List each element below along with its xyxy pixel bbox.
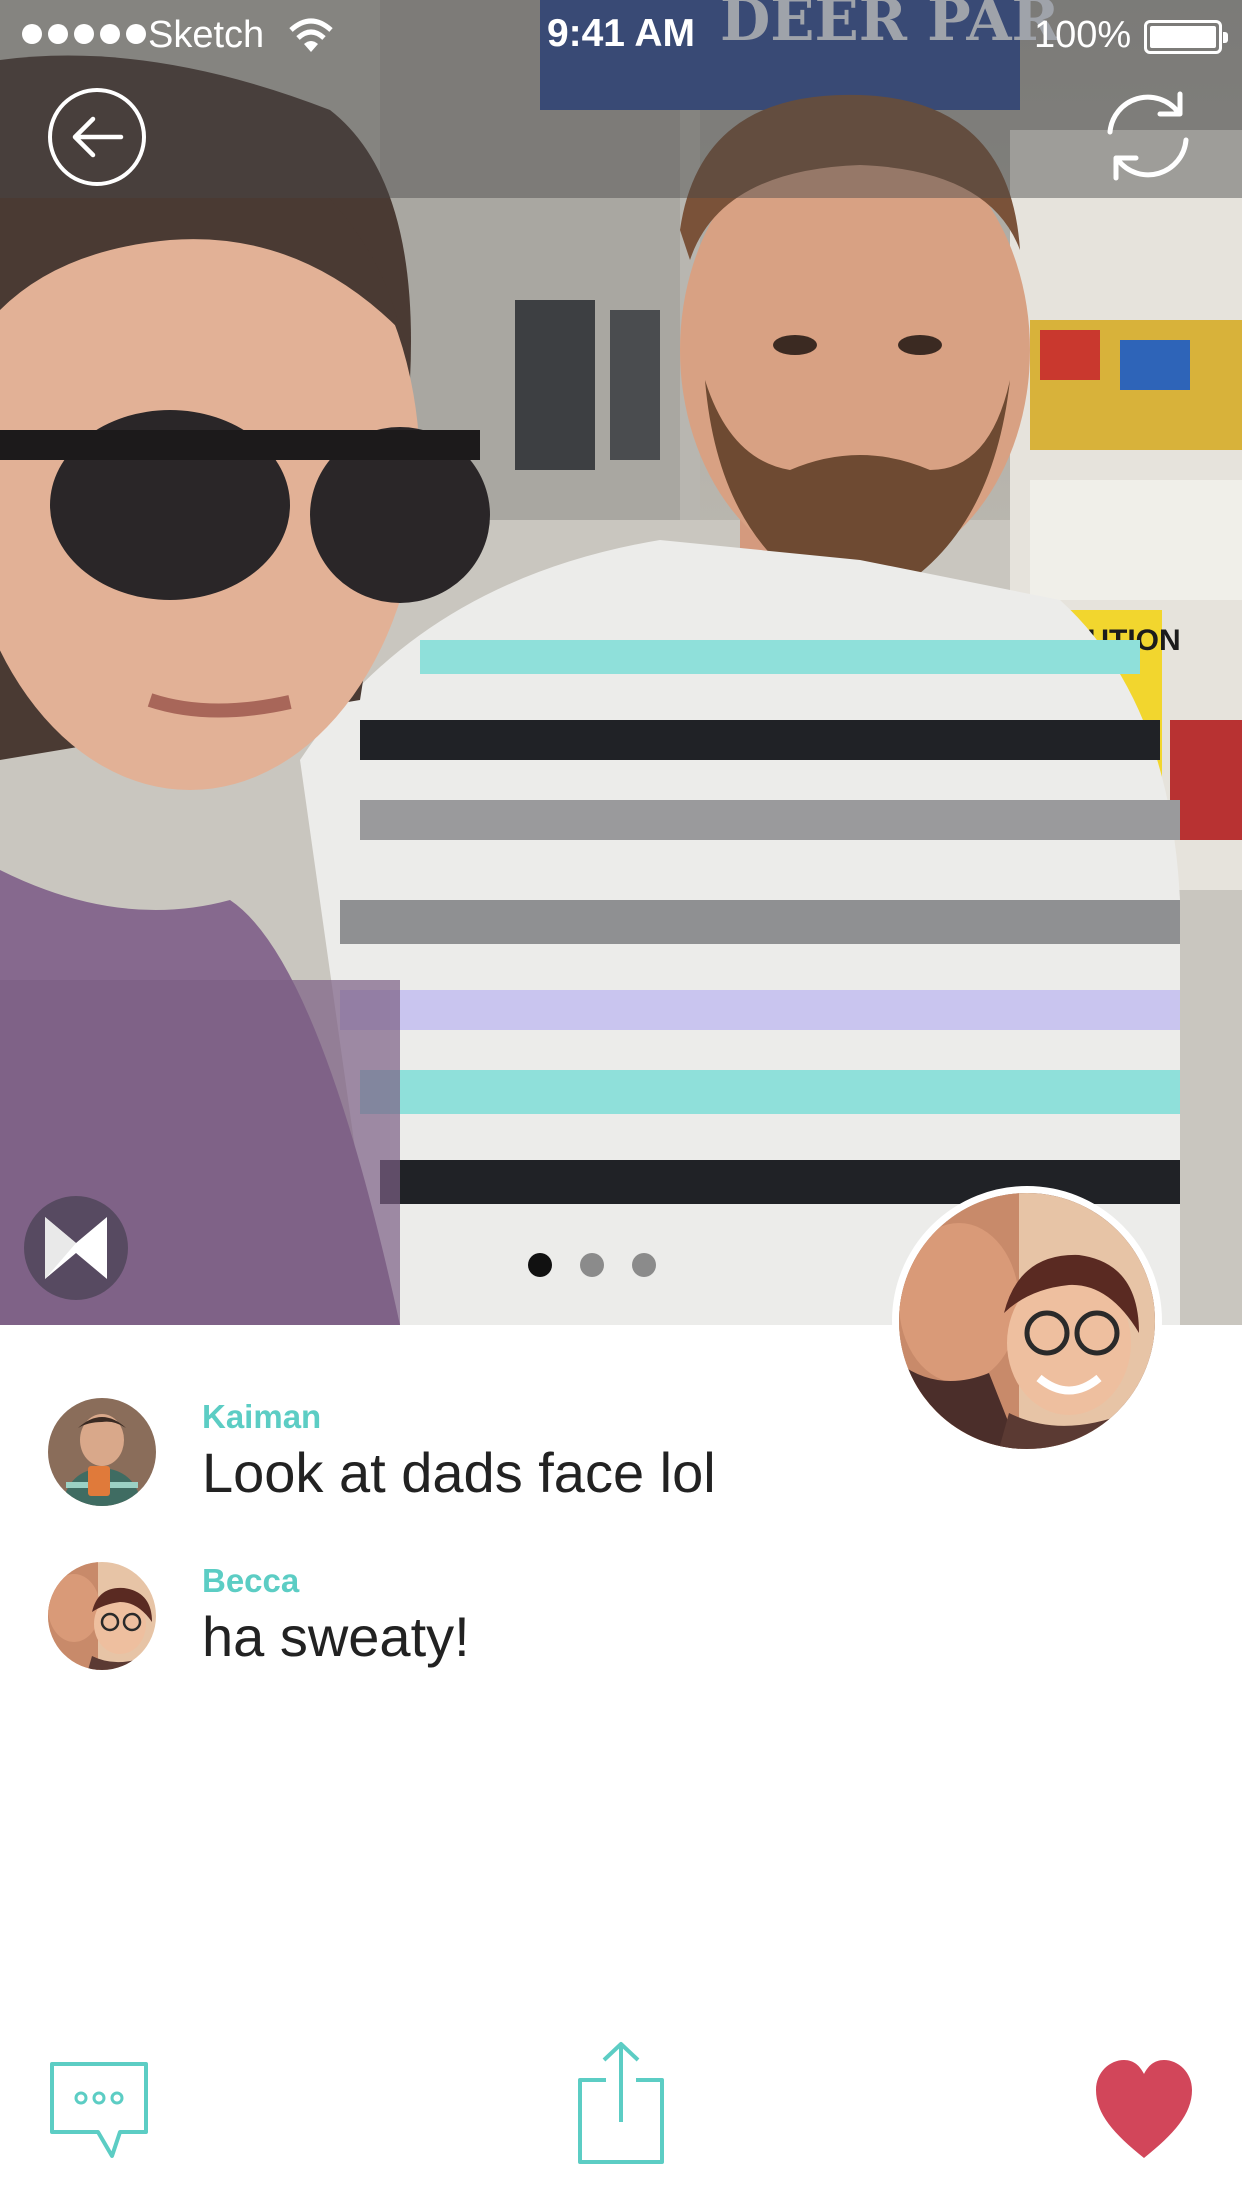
heart-icon (1096, 2060, 1192, 2158)
like-button[interactable] (1094, 2058, 1194, 2162)
comment-avatar[interactable] (48, 1562, 156, 1670)
page-dot-1[interactable] (528, 1253, 552, 1277)
comment-avatar[interactable] (48, 1398, 156, 1506)
battery-icon (1144, 20, 1228, 54)
comment-button[interactable] (48, 2060, 150, 2162)
page-dot-2[interactable] (580, 1253, 604, 1277)
brand-logo (24, 1196, 128, 1300)
comment-author[interactable]: Becca (202, 1562, 299, 1600)
refresh-icon (1107, 91, 1189, 181)
comment-item: Becca ha sweaty! (48, 1562, 1148, 1702)
hourglass-logo-icon (45, 1217, 107, 1279)
comment-text: Look at dads face lol (202, 1441, 716, 1504)
share-button[interactable] (576, 2040, 666, 2166)
status-bar: Sketch 9:41 AM 100% (0, 0, 1242, 68)
refresh-button[interactable] (1098, 86, 1198, 186)
photo-image: DEER PAR CAUTION (0, 0, 1242, 1325)
comment-item: Kaiman Look at dads face lol (48, 1398, 1148, 1538)
comment-author[interactable]: Kaiman (202, 1398, 321, 1436)
battery-percentage: 100% (1034, 14, 1132, 56)
page-indicator[interactable] (528, 1253, 656, 1277)
back-button[interactable] (48, 88, 146, 186)
chat-bubble-icon (50, 2062, 148, 2158)
page-dot-3[interactable] (632, 1253, 656, 1277)
share-icon (578, 2042, 664, 2164)
photo-viewer[interactable]: DEER PAR CAUTION (0, 0, 1242, 1325)
arrow-left-icon (72, 116, 124, 158)
comment-text: ha sweaty! (202, 1605, 470, 1668)
